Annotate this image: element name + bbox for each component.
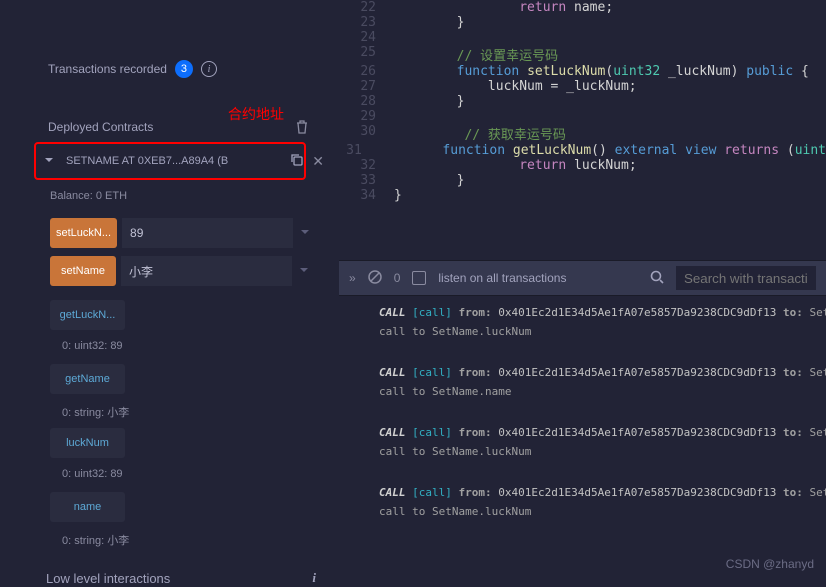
terminal-bar: » 0 listen on all transactions bbox=[339, 260, 826, 296]
watermark-text: CSDN @zhanyd bbox=[726, 557, 814, 571]
setlucknum-button[interactable]: setLuckN... bbox=[50, 218, 117, 248]
pending-count: 0 bbox=[394, 271, 401, 285]
copy-icon[interactable] bbox=[290, 153, 304, 170]
setname-button[interactable]: setName bbox=[50, 256, 116, 286]
side-panel: Transactions recorded 3 i 合约地址 Deployed … bbox=[0, 0, 339, 587]
code-editor[interactable]: 22 return name;23 }2425 // 设置幸运号码26 func… bbox=[339, 0, 826, 260]
lucknum-button[interactable]: luckNum bbox=[50, 428, 125, 458]
deployed-contracts-label: Deployed Contracts bbox=[48, 120, 153, 134]
chevron-down-icon[interactable] bbox=[299, 226, 311, 241]
search-icon[interactable] bbox=[650, 270, 664, 287]
trash-icon[interactable] bbox=[296, 120, 308, 137]
getlucknum-button[interactable]: getLuckN... bbox=[50, 300, 125, 330]
balance-label: Balance: 0 ETH bbox=[50, 190, 127, 202]
low-level-interactions-row[interactable]: Low level interactions i bbox=[46, 570, 316, 586]
listen-checkbox[interactable] bbox=[412, 271, 426, 285]
getname-button[interactable]: getName bbox=[50, 364, 125, 394]
chevron-down-icon[interactable] bbox=[298, 264, 310, 279]
contract-address-text: SETNAME AT 0XEB7...A89A4 (B bbox=[66, 155, 228, 167]
lucknum-result: 0: uint32: 89 bbox=[62, 468, 123, 480]
getlucknum-result: 0: uint32: 89 bbox=[62, 340, 123, 352]
editor-panel: 22 return name;23 }2425 // 设置幸运号码26 func… bbox=[339, 0, 826, 587]
function-getname-row: getName bbox=[50, 364, 310, 394]
function-getlucknum-row: getLuckN... bbox=[50, 300, 310, 330]
transactions-label: Transactions recorded bbox=[48, 62, 167, 76]
name-button[interactable]: name bbox=[50, 492, 125, 522]
no-entry-icon[interactable] bbox=[368, 270, 382, 287]
setname-input[interactable] bbox=[121, 256, 292, 286]
transactions-count-badge: 3 bbox=[175, 60, 193, 78]
listen-label: listen on all transactions bbox=[438, 271, 566, 285]
function-name-row: name bbox=[50, 492, 310, 522]
chevron-down-icon[interactable] bbox=[44, 155, 54, 168]
contract-header-row[interactable]: SETNAME AT 0XEB7...A89A4 (B ✕ bbox=[44, 147, 324, 175]
function-setname-row: setName bbox=[50, 256, 310, 286]
low-level-label: Low level interactions bbox=[46, 571, 170, 586]
setlucknum-input[interactable] bbox=[122, 218, 293, 248]
getname-result: 0: string: 小李 bbox=[62, 404, 129, 420]
info-icon[interactable]: i bbox=[201, 61, 217, 77]
function-lucknum-row: luckNum bbox=[50, 428, 310, 458]
red-annotation-text: 合约地址 bbox=[228, 104, 284, 124]
terminal-console[interactable]: CALL [call] from: 0x401Ec2d1E34d5Ae1fA07… bbox=[339, 296, 826, 587]
close-icon[interactable]: ✕ bbox=[312, 153, 324, 170]
name-result: 0: string: 小李 bbox=[62, 532, 129, 548]
function-setlucknum-row: setLuckN... bbox=[50, 218, 310, 248]
chevrons-icon[interactable]: » bbox=[349, 271, 356, 285]
transactions-recorded-row[interactable]: Transactions recorded 3 i bbox=[0, 54, 339, 84]
search-input[interactable] bbox=[676, 266, 816, 290]
info-icon[interactable]: i bbox=[312, 570, 316, 586]
